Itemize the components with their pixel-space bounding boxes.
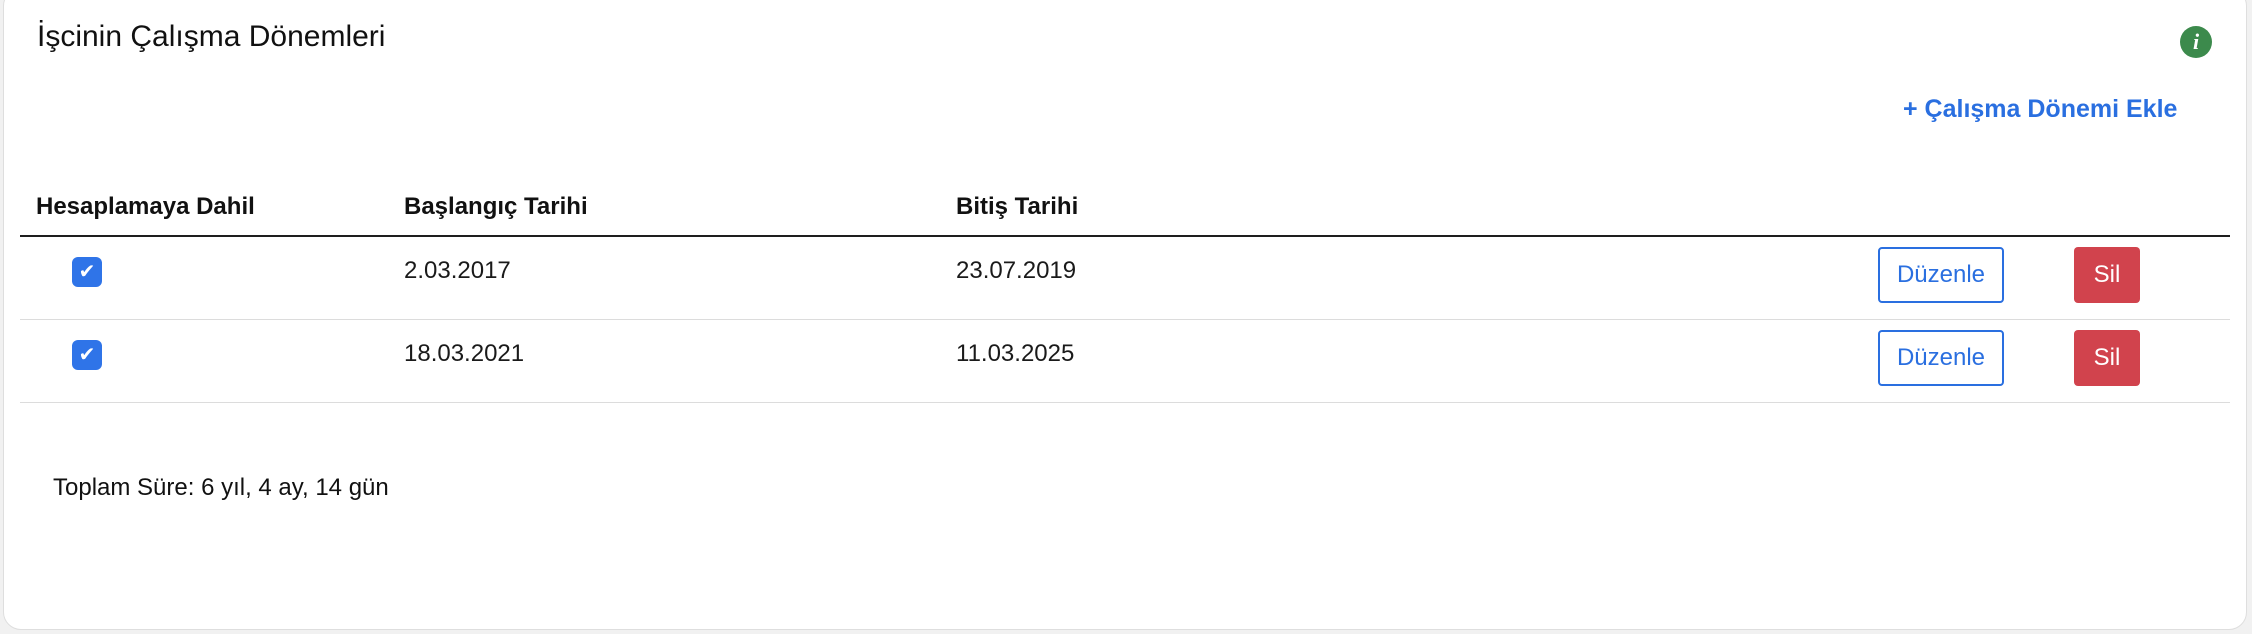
header-start-date: Başlangıç Tarihi bbox=[404, 193, 588, 220]
panel-title: İşcinin Çalışma Dönemleri bbox=[37, 20, 386, 53]
edit-button[interactable]: Düzenle bbox=[1878, 247, 2004, 303]
table-header: Hesaplamaya Dahil Başlangıç Tarihi Bitiş… bbox=[20, 179, 2230, 237]
check-icon: ✔ bbox=[78, 344, 96, 366]
info-icon[interactable]: i bbox=[2180, 26, 2212, 58]
check-icon: ✔ bbox=[78, 261, 96, 283]
end-date-cell: 11.03.2025 bbox=[956, 340, 1075, 367]
add-work-period-link[interactable]: + Çalışma Dönemi Ekle bbox=[1903, 94, 2177, 124]
table-row: ✔ 2.03.2017 23.07.2019 Düzenle Sil bbox=[20, 237, 2230, 320]
include-checkbox[interactable]: ✔ bbox=[72, 257, 102, 287]
start-date-cell: 18.03.2021 bbox=[404, 340, 525, 367]
start-date-cell: 2.03.2017 bbox=[404, 257, 511, 284]
edit-button[interactable]: Düzenle bbox=[1878, 330, 2004, 386]
delete-button[interactable]: Sil bbox=[2074, 330, 2140, 386]
include-checkbox[interactable]: ✔ bbox=[72, 340, 102, 370]
total-duration: Toplam Süre: 6 yıl, 4 ay, 14 gün bbox=[53, 474, 389, 501]
delete-button[interactable]: Sil bbox=[2074, 247, 2140, 303]
table-row: ✔ 18.03.2021 11.03.2025 Düzenle Sil bbox=[20, 320, 2230, 403]
header-end-date: Bitiş Tarihi bbox=[956, 193, 1079, 220]
work-periods-card: İşcinin Çalışma Dönemleri i + Çalışma Dö… bbox=[3, 0, 2247, 630]
header-included: Hesaplamaya Dahil bbox=[36, 193, 255, 220]
end-date-cell: 23.07.2019 bbox=[956, 257, 1077, 284]
work-periods-table: Hesaplamaya Dahil Başlangıç Tarihi Bitiş… bbox=[20, 179, 2230, 403]
